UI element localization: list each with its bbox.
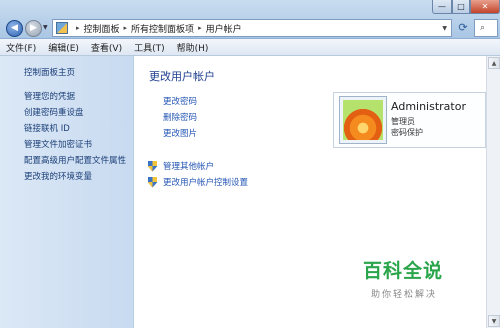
breadcrumb-control-panel[interactable]: 控制面板 <box>84 22 120 35</box>
uac-settings-link[interactable]: 更改用户帐户控制设置 <box>148 174 248 190</box>
uac-settings-label: 更改用户帐户控制设置 <box>163 178 249 188</box>
menu-file[interactable]: 文件(F) <box>0 41 42 54</box>
watermark-title: 百科全说 <box>363 260 444 282</box>
account-card: Administrator 管理员 密码保护 <box>333 92 486 148</box>
change-password-link[interactable]: 更改密码 <box>163 94 197 110</box>
scroll-up-icon[interactable]: ▲ <box>488 57 500 69</box>
arrow-right-icon: ▶ <box>30 23 37 33</box>
uac-shield-icon <box>148 176 157 188</box>
close-button[interactable]: ✕ <box>470 0 500 14</box>
breadcrumb-user-accounts[interactable]: 用户帐户 <box>206 22 242 35</box>
breadcrumb-separator[interactable]: ▸ <box>124 24 128 32</box>
admin-links: 管理其他帐户 更改用户帐户控制设置 <box>148 158 248 190</box>
forward-button[interactable]: ▶ <box>25 20 42 37</box>
page-title: 更改用户帐户 <box>149 70 215 83</box>
manage-other-accounts-label: 管理其他帐户 <box>163 162 215 172</box>
breadcrumb-all-items[interactable]: 所有控制面板项 <box>131 22 194 35</box>
window-controls: — □ ✕ <box>432 0 500 14</box>
refresh-icon[interactable]: ⟳ <box>456 20 470 36</box>
sidebar-item-encryption-certificates[interactable]: 管理文件加密证书 <box>24 137 126 153</box>
manage-other-accounts-link[interactable]: 管理其他帐户 <box>148 158 248 174</box>
menu-tools[interactable]: 工具(T) <box>128 41 171 54</box>
sidebar-item-advanced-profile[interactable]: 配置高级用户配置文件属性 <box>24 153 126 169</box>
breadcrumb-separator[interactable]: ▸ <box>198 24 202 32</box>
history-dropdown-icon[interactable]: ▼ <box>43 24 48 31</box>
menu-edit[interactable]: 编辑(E) <box>42 41 85 54</box>
minimize-button[interactable]: — <box>432 0 452 14</box>
arrow-left-icon: ◀ <box>11 23 18 33</box>
sidebar-item-link-online-id[interactable]: 链接联机 ID <box>24 121 126 137</box>
maximize-button[interactable]: □ <box>452 0 470 14</box>
account-links: 更改密码 删除密码 更改图片 <box>163 94 197 142</box>
sidebar-item-manage-credentials[interactable]: 管理您的凭据 <box>24 89 126 105</box>
uac-shield-icon <box>148 160 157 172</box>
watermark-subtitle: 助你轻松解决 <box>371 290 438 300</box>
search-icon: ⌕ <box>480 23 486 33</box>
sidebar-item-environment-variables[interactable]: 更改我的环境变量 <box>24 169 126 185</box>
search-input[interactable]: ⌕ <box>474 19 498 37</box>
user-avatar <box>339 96 387 144</box>
account-role: 管理员 <box>391 117 415 126</box>
control-panel-icon <box>56 22 68 34</box>
sidebar: 控制面板主页 管理您的凭据 创建密码重设盘 链接联机 ID 管理文件加密证书 配… <box>0 56 134 328</box>
remove-password-link[interactable]: 删除密码 <box>163 110 197 126</box>
vertical-scrollbar[interactable]: ▲ ▼ <box>486 56 500 328</box>
menu-bar: 文件(F) 编辑(E) 查看(V) 工具(T) 帮助(H) <box>0 39 500 56</box>
title-bar: — □ ✕ ◀ ▶ ▼ ▸ 控制面板 ▸ 所有控制面板项 ▸ 用户帐户 ▼ ⟳ … <box>0 0 500 39</box>
watermark: 百科全说 助你轻松解决 <box>363 256 443 300</box>
address-dropdown-icon[interactable]: ▼ <box>442 25 447 32</box>
scroll-down-icon[interactable]: ▼ <box>488 315 500 327</box>
back-button[interactable]: ◀ <box>6 20 23 37</box>
address-bar[interactable]: ▸ 控制面板 ▸ 所有控制面板项 ▸ 用户帐户 ▼ <box>52 19 452 37</box>
menu-help[interactable]: 帮助(H) <box>171 41 215 54</box>
account-name: Administrator <box>391 100 466 113</box>
sidebar-home-link[interactable]: 控制面板主页 <box>24 66 75 78</box>
password-status: 密码保护 <box>391 128 423 137</box>
breadcrumb-separator[interactable]: ▸ <box>76 24 80 32</box>
sidebar-item-password-reset-disk[interactable]: 创建密码重设盘 <box>24 105 126 121</box>
change-picture-link[interactable]: 更改图片 <box>163 126 197 142</box>
menu-view[interactable]: 查看(V) <box>85 41 128 54</box>
